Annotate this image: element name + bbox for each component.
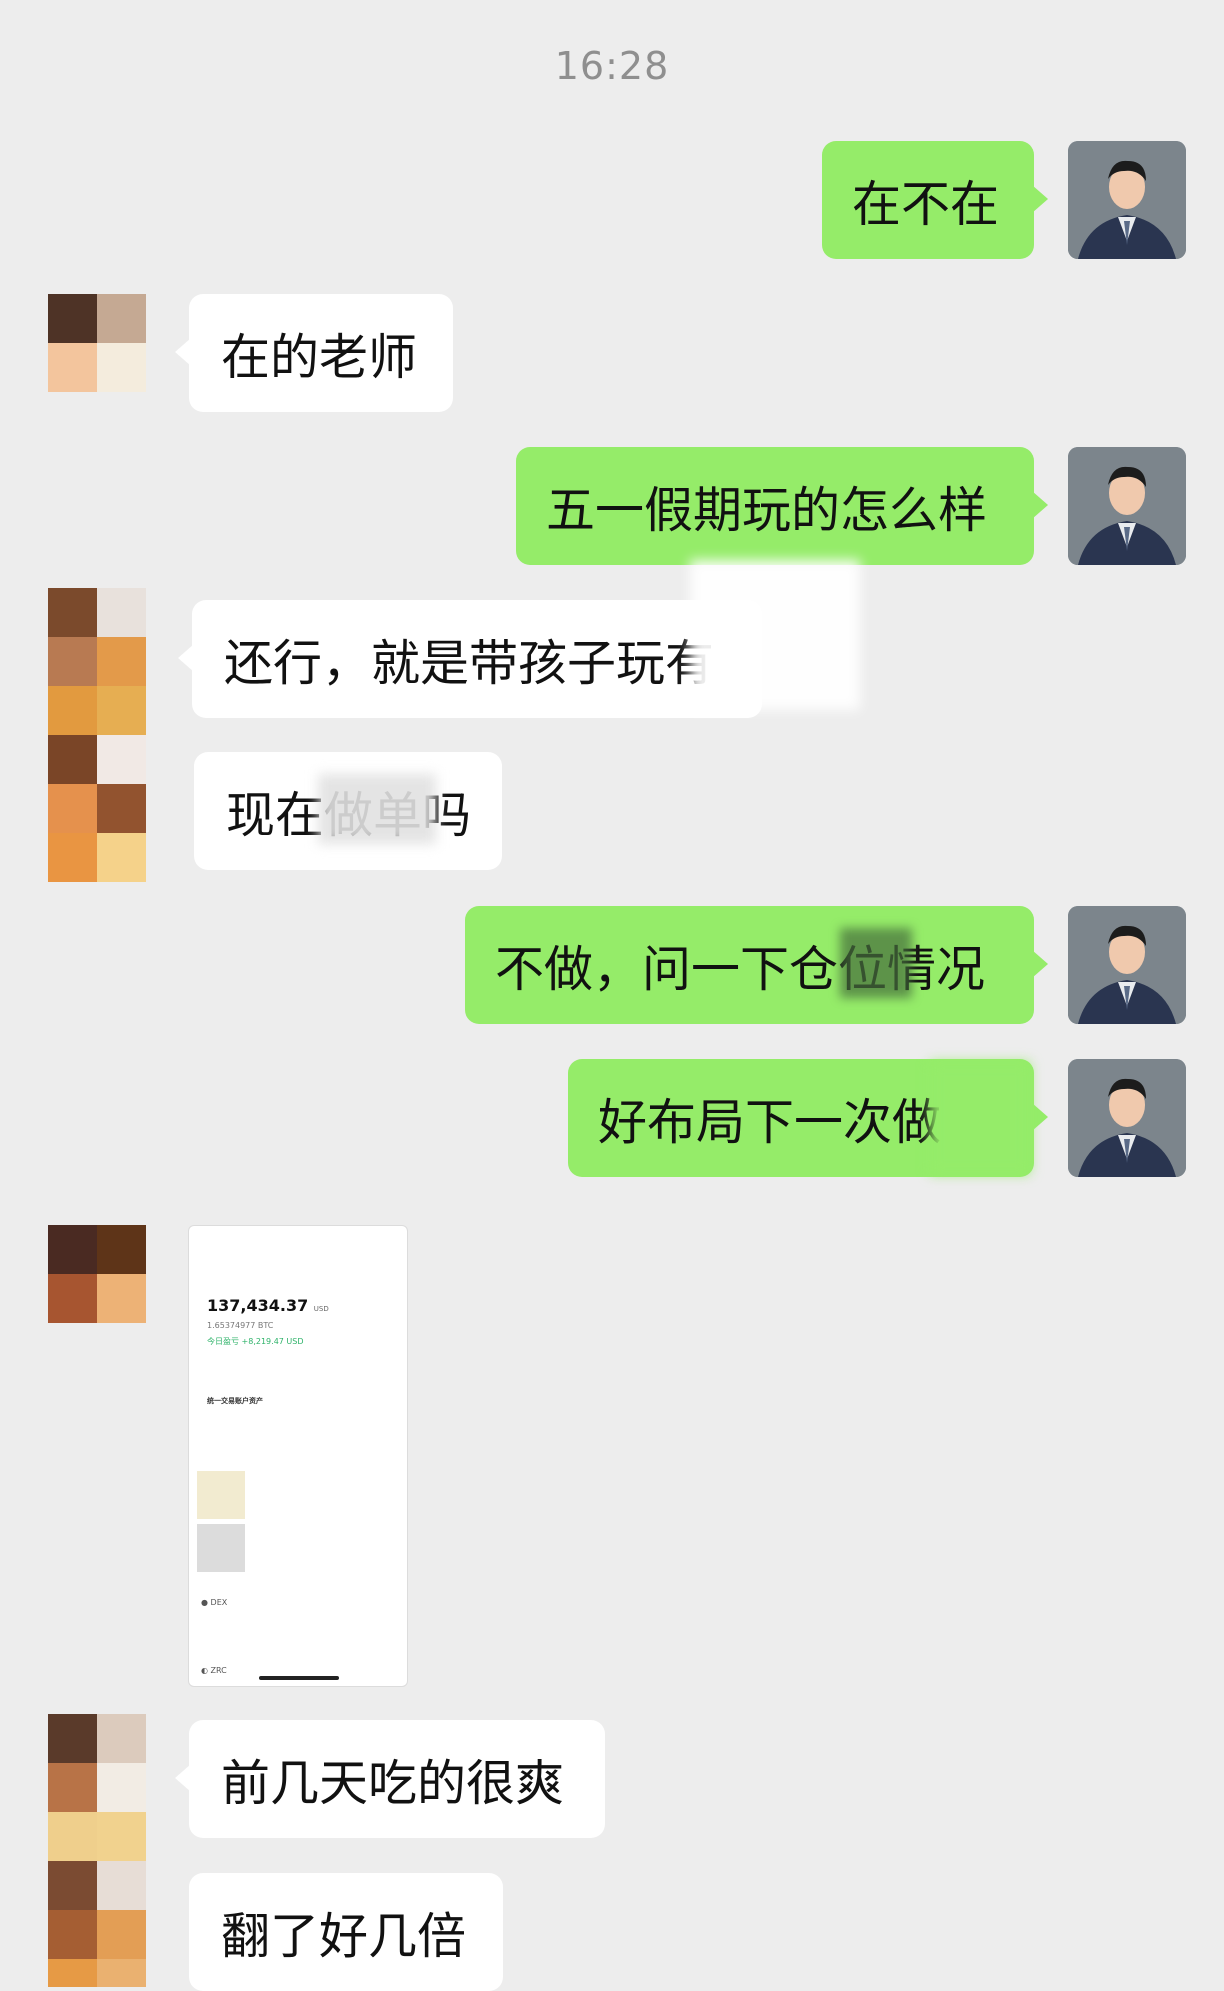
image-placeholder-block: [197, 1471, 245, 1519]
image-row: ● DEX: [201, 1598, 228, 1607]
message-bubble-sent[interactable]: 五一假期玩的怎么样: [516, 447, 1048, 565]
message-bubble-received[interactable]: 翻了好几倍: [189, 1873, 503, 1991]
message-text: 在的老师: [221, 328, 418, 386]
contact-avatar[interactable]: [48, 588, 146, 882]
message-text: 好布局下一次做: [598, 1093, 942, 1151]
message-bubble-sent[interactable]: 在不在: [822, 141, 1048, 259]
message-text: 前几天吃的很爽: [221, 1754, 565, 1812]
message-text: 在不在: [852, 175, 1000, 233]
person-icon: [1068, 447, 1186, 565]
message-bubble-received[interactable]: 在的老师: [175, 294, 453, 412]
message-text: 翻了好几倍: [221, 1907, 467, 1965]
person-icon: [1068, 906, 1186, 1024]
contact-avatar[interactable]: [48, 294, 146, 392]
home-indicator: [259, 1676, 339, 1680]
image-btc: 1.65374977 BTC: [207, 1321, 274, 1330]
message-bubble-sent[interactable]: 不做，问一下仓位情况: [465, 906, 1048, 1024]
my-avatar[interactable]: [1068, 1059, 1186, 1177]
image-placeholder-block: [197, 1524, 245, 1572]
message-text: 还行，就是带孩子玩有: [224, 634, 715, 692]
redaction-blur: [930, 1062, 1030, 1174]
image-row: ◐ ZRC: [201, 1666, 227, 1675]
redaction-blur: [840, 928, 912, 998]
my-avatar[interactable]: [1068, 906, 1186, 1024]
redaction-blur: [690, 560, 860, 710]
image-balance: 137,434.37 USD: [207, 1296, 329, 1315]
my-avatar[interactable]: [1068, 141, 1186, 259]
image-section-title: 统一交易账户资产: [207, 1397, 263, 1405]
person-icon: [1068, 1059, 1186, 1177]
person-icon: [1068, 141, 1186, 259]
timestamp: 16:28: [554, 44, 670, 88]
message-bubble-received[interactable]: 前几天吃的很爽: [175, 1720, 605, 1838]
contact-avatar[interactable]: [48, 1225, 146, 1323]
contact-avatar[interactable]: [48, 1714, 146, 1987]
image-today-pnl: 今日盈亏 +8,219.47 USD: [207, 1337, 304, 1346]
image-message[interactable]: 137,434.37 USD 1.65374977 BTC 今日盈亏 +8,21…: [188, 1225, 408, 1687]
my-avatar[interactable]: [1068, 447, 1186, 565]
message-bubble-received[interactable]: 还行，就是带孩子玩有: [178, 600, 762, 718]
message-text: 五一假期玩的怎么样: [546, 481, 988, 539]
redaction-blur: [318, 774, 436, 844]
